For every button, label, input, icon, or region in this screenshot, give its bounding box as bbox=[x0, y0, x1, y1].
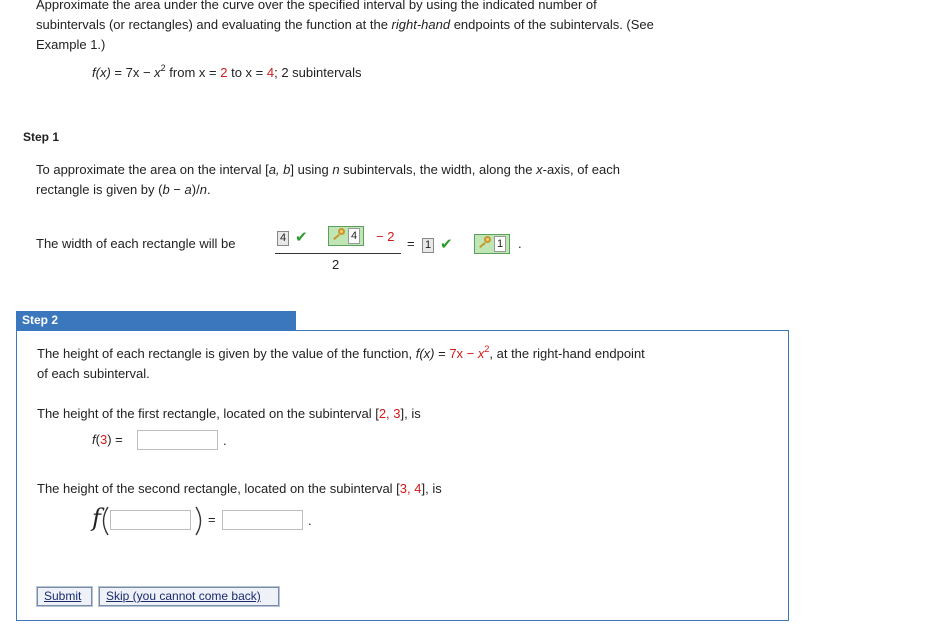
checkmark-icon: ✔ bbox=[440, 236, 453, 253]
submit-button[interactable]: Submit bbox=[37, 587, 92, 606]
denominator: 2 bbox=[332, 257, 340, 272]
checkmark-icon: ✔ bbox=[295, 229, 308, 246]
step1-text-line-1: To approximate the area on the interval … bbox=[36, 162, 620, 177]
key-icon bbox=[332, 227, 346, 242]
step2-text-line-2: of each subinterval. bbox=[37, 366, 150, 381]
step2-label: Step 2 bbox=[22, 313, 59, 327]
second-height-input[interactable] bbox=[222, 510, 303, 530]
equals-sign: = bbox=[407, 236, 415, 251]
result-given-value: 1 bbox=[422, 236, 435, 253]
second-rectangle-text: The height of the second rectangle, loca… bbox=[37, 481, 442, 496]
width-label: The width of each rectangle will be bbox=[36, 236, 236, 251]
period: . bbox=[518, 236, 522, 251]
numerator-given-value: 4 bbox=[277, 229, 290, 246]
problem-statement: f(x) = 7x − x2 from x = 2 to x = 4; 2 su… bbox=[92, 62, 362, 80]
fraction-bar bbox=[275, 253, 401, 254]
skip-button[interactable]: Skip (you cannot come back) bbox=[99, 587, 279, 606]
first-rectangle-text: The height of the first rectangle, locat… bbox=[37, 406, 421, 421]
step2-text-line-1: The height of each rectangle is given by… bbox=[37, 343, 645, 361]
first-height-input[interactable] bbox=[137, 430, 218, 450]
second-argument-input[interactable] bbox=[110, 510, 191, 530]
close-paren bbox=[195, 506, 202, 536]
period: . bbox=[308, 513, 312, 528]
result-answer-key: 1 bbox=[474, 234, 511, 254]
minus-two: − 2 bbox=[376, 229, 395, 244]
intro-line-2: subintervals (or rectangles) and evaluat… bbox=[36, 17, 654, 32]
intro-line-3: Example 1.) bbox=[36, 37, 106, 52]
period: . bbox=[223, 433, 227, 448]
numerator-answer-key: 4 bbox=[328, 226, 365, 246]
f3-label: f(3) = bbox=[92, 432, 123, 447]
key-icon bbox=[478, 235, 492, 250]
step1-label: Step 1 bbox=[23, 130, 60, 144]
intro-line-1: Approximate the area under the curve ove… bbox=[36, 0, 597, 12]
open-paren bbox=[102, 506, 109, 536]
step1-text-line-2: rectangle is given by (b − a)/n. bbox=[36, 182, 211, 197]
equals-sign: = bbox=[208, 512, 216, 527]
step2-header: Step 2 bbox=[16, 311, 296, 330]
